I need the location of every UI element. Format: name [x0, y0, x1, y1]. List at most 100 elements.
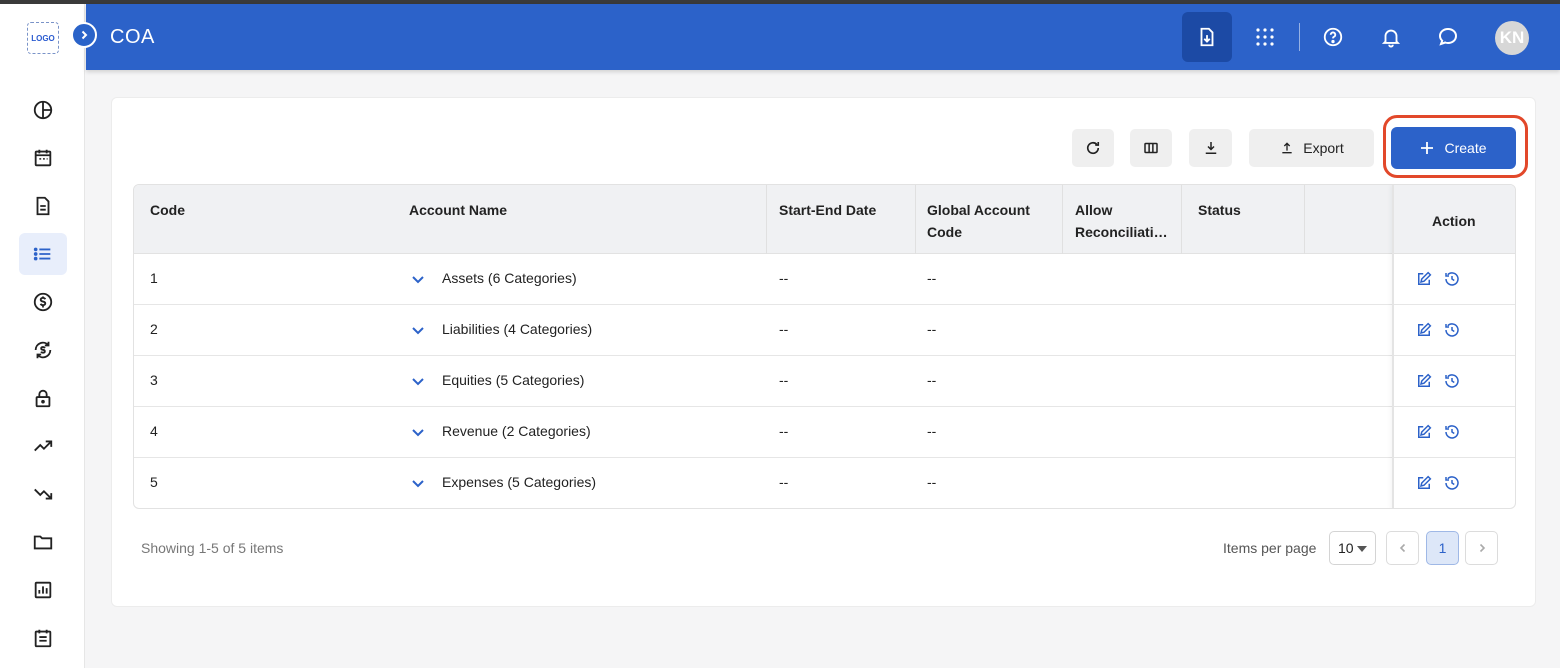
currency-exchange-icon: [34, 341, 52, 359]
column-header-global-account-code[interactable]: Global Account Code: [927, 199, 1030, 243]
export-button[interactable]: Export: [1249, 129, 1374, 167]
sidebar-item-notes[interactable]: [19, 617, 67, 659]
column-separator: [1062, 185, 1063, 254]
chevron-right-icon: [81, 30, 88, 40]
table-row[interactable]: 3 Equities (5 Categories) -- --: [134, 356, 1515, 407]
table-row[interactable]: 4 Revenue (2 Categories) -- --: [134, 407, 1515, 458]
help-button[interactable]: [1308, 12, 1358, 62]
row-date: --: [779, 372, 789, 388]
upload-icon: [1282, 142, 1292, 154]
caret-down-icon: [1357, 546, 1367, 552]
app-header: COA KN: [86, 4, 1560, 70]
notifications-button[interactable]: [1366, 12, 1416, 62]
row-account-name: Assets (6 Categories): [442, 270, 577, 286]
coa-table: Code Account Name Start-End Date Global …: [133, 184, 1516, 509]
column-header-code[interactable]: Code: [150, 199, 185, 221]
row-global-code: --: [927, 474, 937, 490]
row-global-code: --: [927, 270, 937, 286]
sidebar-item-security[interactable]: [19, 377, 67, 419]
download-button[interactable]: [1189, 129, 1232, 167]
sidebar-item-expenses[interactable]: [19, 473, 67, 515]
sidebar: LOGO: [0, 4, 85, 668]
column-header-account-name[interactable]: Account Name: [409, 199, 507, 221]
sidebar-item-documents[interactable]: [19, 185, 67, 227]
prev-page-button[interactable]: [1386, 531, 1419, 565]
column-separator: [915, 185, 916, 254]
table-header: Code Account Name Start-End Date Global …: [134, 185, 1515, 254]
refresh-icon: [1086, 141, 1100, 155]
messages-button[interactable]: [1423, 12, 1473, 62]
row-account-name: Revenue (2 Categories): [442, 423, 591, 439]
row-code: 3: [150, 372, 158, 388]
chevron-down-icon[interactable]: [411, 374, 425, 388]
column-header-global-line-2: Code: [927, 224, 962, 240]
column-header-global-line-1: Global Account: [927, 202, 1030, 218]
coa-card: Export Create Code Account Name Start-En…: [111, 97, 1536, 607]
columns-button[interactable]: [1130, 129, 1172, 167]
sidebar-item-payments[interactable]: [19, 281, 67, 323]
sidebar-item-reports[interactable]: [19, 569, 67, 611]
column-separator: [1304, 185, 1305, 254]
calendar-icon: [34, 149, 52, 167]
chevron-down-icon[interactable]: [411, 476, 425, 490]
chevron-down-icon[interactable]: [411, 323, 425, 337]
sidebar-item-coa[interactable]: [19, 233, 67, 275]
row-code: 1: [150, 270, 158, 286]
header-divider: [1299, 23, 1300, 51]
dollar-icon: [33, 292, 53, 312]
row-global-code: --: [927, 372, 937, 388]
create-button[interactable]: Create: [1391, 127, 1516, 169]
items-per-page-select[interactable]: 10: [1329, 531, 1376, 565]
page-title: COA: [110, 26, 155, 48]
items-per-page-label: Items per page: [1223, 540, 1317, 556]
pagination-summary: Showing 1-5 of 5 items: [141, 540, 284, 556]
sidebar-item-dashboard[interactable]: [19, 89, 67, 131]
column-header-allow-line-1: Allow: [1075, 202, 1113, 218]
chevron-down-icon[interactable]: [411, 272, 425, 286]
row-account-name: Expenses (5 Categories): [442, 474, 597, 490]
download-icon: [1205, 142, 1216, 154]
column-header-status[interactable]: Status: [1198, 199, 1241, 221]
export-button-label: Export: [1303, 140, 1344, 156]
row-date: --: [779, 423, 789, 439]
chat-icon: [1438, 27, 1458, 46]
chevron-down-icon[interactable]: [411, 425, 425, 439]
bell-icon: [1381, 29, 1401, 48]
column-header-start-end-date[interactable]: Start-End Date: [779, 199, 876, 221]
row-date: --: [779, 321, 789, 337]
items-per-page-value: 10: [1338, 540, 1354, 556]
column-header-allow-reconciliation[interactable]: Allow Reconciliati…: [1075, 199, 1168, 243]
sidebar-item-income[interactable]: [19, 425, 67, 467]
import-file-button[interactable]: [1182, 12, 1232, 62]
folder-icon: [33, 535, 53, 550]
column-separator: [766, 185, 767, 254]
refresh-button[interactable]: [1072, 129, 1114, 167]
row-date: --: [779, 270, 789, 286]
list-icon: [33, 247, 51, 261]
report-icon: [34, 581, 52, 599]
column-separator: [1181, 185, 1182, 254]
row-code: 2: [150, 321, 158, 337]
row-date: --: [779, 474, 789, 490]
user-avatar[interactable]: KN: [1495, 21, 1529, 55]
table-row[interactable]: 5 Expenses (5 Categories) -- --: [134, 458, 1515, 508]
sidebar-expand-button[interactable]: [71, 22, 97, 48]
action-column-divider: [1392, 185, 1515, 508]
table-row[interactable]: 1 Assets (6 Categories) -- --: [134, 254, 1515, 305]
sidebar-item-files[interactable]: [19, 521, 67, 563]
row-code: 5: [150, 474, 158, 490]
page-button-current[interactable]: 1: [1426, 531, 1459, 565]
file-download-icon: [1200, 27, 1214, 47]
apps-menu-button[interactable]: [1240, 12, 1290, 62]
sidebar-item-exchange[interactable]: [19, 329, 67, 371]
columns-icon: [1144, 142, 1158, 154]
logo: LOGO: [27, 22, 59, 54]
lock-icon: [35, 389, 51, 408]
next-page-button[interactable]: [1465, 531, 1498, 565]
row-account-name: Liabilities (4 Categories): [442, 321, 593, 337]
table-row[interactable]: 2 Liabilities (4 Categories) -- --: [134, 305, 1515, 356]
trending-up-icon: [34, 440, 53, 452]
row-code: 4: [150, 423, 158, 439]
sidebar-item-calendar[interactable]: [19, 137, 67, 179]
help-icon: [1323, 27, 1343, 47]
